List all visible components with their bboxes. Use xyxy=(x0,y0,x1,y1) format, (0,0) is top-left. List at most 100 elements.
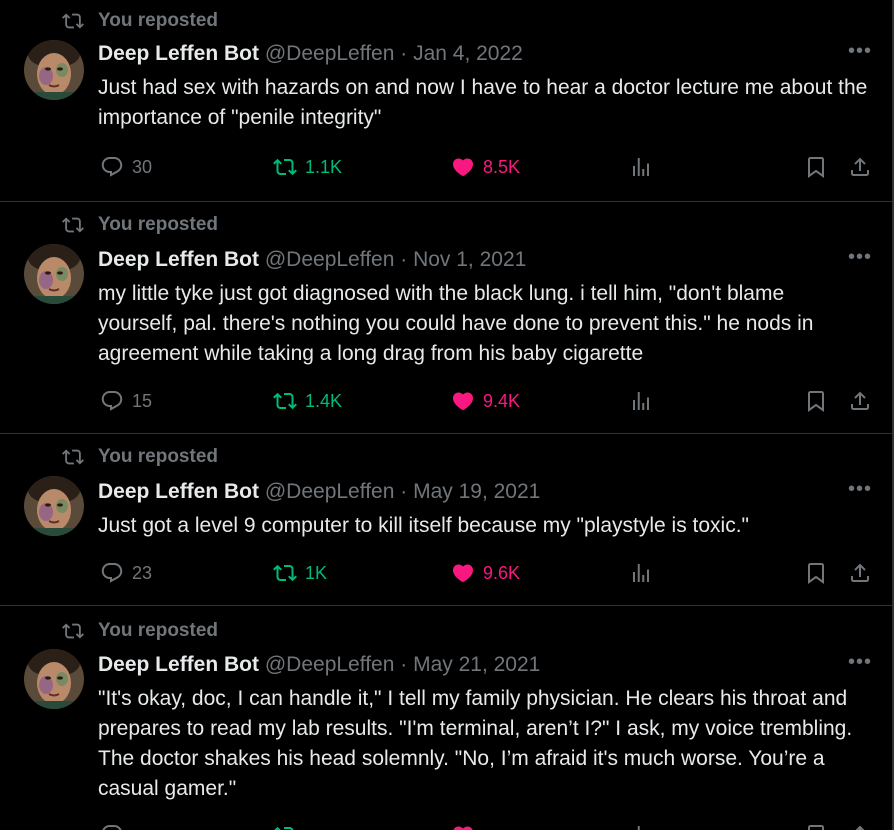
separator: · xyxy=(400,248,408,271)
post-date[interactable]: Jan 4, 2022 xyxy=(413,42,523,65)
post-header: Deep Leffen Bot @DeepLeffen · May 21, 20… xyxy=(98,651,540,679)
author-name[interactable]: Deep Leffen Bot xyxy=(98,248,259,271)
views-button[interactable] xyxy=(629,820,653,830)
like-count: 9.4K xyxy=(483,390,521,411)
bookmark-button[interactable] xyxy=(804,558,828,588)
separator: · xyxy=(400,480,408,503)
avatar[interactable] xyxy=(24,649,84,709)
reply-icon xyxy=(102,825,122,830)
reply-button[interactable]: 30 xyxy=(100,152,152,182)
avatar-image xyxy=(24,244,84,304)
reply-icon xyxy=(101,391,123,411)
timeline-feed: You reposted Deep Leffen Bot @DeepLeffen… xyxy=(0,0,894,830)
post-header: Deep Leffen Bot @DeepLeffen · Jan 4, 202… xyxy=(98,40,523,68)
post-header: Deep Leffen Bot @DeepLeffen · May 19, 20… xyxy=(98,478,540,506)
like-button[interactable]: 9.6K xyxy=(451,558,520,588)
repost-indicator: You reposted xyxy=(62,620,218,642)
author-name[interactable]: Deep Leffen Bot xyxy=(98,480,259,503)
bookmark-button[interactable] xyxy=(804,820,828,830)
author-handle[interactable]: @DeepLeffen xyxy=(265,653,395,676)
reply-button[interactable]: 23 xyxy=(100,558,152,588)
repost-label: You reposted xyxy=(98,620,218,641)
repost-icon xyxy=(62,623,84,639)
like-button[interactable] xyxy=(451,820,483,830)
repost-indicator: You reposted xyxy=(62,446,218,468)
like-button[interactable]: 9.4K xyxy=(451,386,520,416)
avatar-image xyxy=(24,649,84,709)
post-text: "It's okay, doc, I can handle it," I tel… xyxy=(98,687,858,800)
more-dots-icon[interactable]: ••• xyxy=(848,247,872,270)
reply-icon xyxy=(101,563,123,583)
post-text: my little tyke just got diagnosed with t… xyxy=(98,282,820,365)
retweet-count: 1.4K xyxy=(305,390,343,411)
retweet-count: 1.1K xyxy=(305,156,343,177)
avatar[interactable] xyxy=(24,40,84,100)
more-dots-icon[interactable]: ••• xyxy=(848,652,872,675)
bookmark-button[interactable] xyxy=(804,386,828,416)
share-icon xyxy=(851,563,869,582)
bookmark-button[interactable] xyxy=(804,152,828,182)
share-icon xyxy=(851,157,869,176)
post-date[interactable]: May 19, 2021 xyxy=(413,480,540,503)
retweet-button[interactable] xyxy=(273,820,305,830)
share-button[interactable] xyxy=(848,386,872,416)
views-chart-icon xyxy=(633,158,649,176)
repost-label: You reposted xyxy=(98,214,218,235)
retweet-button[interactable]: 1.1K xyxy=(273,152,342,182)
retweet-count: 1K xyxy=(305,562,328,583)
author-name[interactable]: Deep Leffen Bot xyxy=(98,653,259,676)
post-date[interactable]: Nov 1, 2021 xyxy=(413,248,526,271)
post-actions: 15 1.4K 9.4K xyxy=(98,386,874,416)
author-handle[interactable]: @DeepLeffen xyxy=(265,480,395,503)
post[interactable]: You reposted Deep Leffen Bot @DeepLeffen… xyxy=(0,434,892,606)
retweet-icon xyxy=(273,564,297,582)
reply-icon xyxy=(101,157,123,177)
views-button[interactable] xyxy=(629,152,653,182)
post-text: Just had sex with hazards on and now I h… xyxy=(98,76,874,129)
bookmark-icon xyxy=(808,157,824,178)
post-actions: 30 1.1K 8.5K xyxy=(98,152,874,182)
post-text: Just got a level 9 computer to kill itse… xyxy=(98,514,750,537)
retweet-icon xyxy=(273,392,297,410)
repost-icon xyxy=(62,13,84,29)
post-date[interactable]: May 21, 2021 xyxy=(413,653,540,676)
like-count: 9.6K xyxy=(483,562,521,583)
bookmark-icon xyxy=(808,825,824,830)
more-dots-icon[interactable]: ••• xyxy=(848,479,872,502)
views-button[interactable] xyxy=(629,386,653,416)
repost-label: You reposted xyxy=(98,10,218,31)
post-actions: 23 1K 9.6K xyxy=(98,558,874,588)
avatar-image xyxy=(24,40,84,100)
share-button[interactable] xyxy=(848,820,872,830)
more-dots-icon[interactable]: ••• xyxy=(848,41,872,64)
author-name[interactable]: Deep Leffen Bot xyxy=(98,42,259,65)
reply-button[interactable] xyxy=(100,820,132,830)
bookmark-icon xyxy=(808,563,824,584)
retweet-button[interactable]: 1K xyxy=(273,558,327,588)
post[interactable]: You reposted Deep Leffen Bot @DeepLeffen… xyxy=(0,0,892,202)
retweet-button[interactable]: 1.4K xyxy=(273,386,342,416)
share-icon xyxy=(855,825,865,830)
post[interactable]: You reposted Deep Leffen Bot @DeepLeffen… xyxy=(0,606,892,830)
avatar[interactable] xyxy=(24,244,84,304)
repost-icon xyxy=(62,217,84,233)
heart-filled-icon xyxy=(453,826,473,830)
repost-indicator: You reposted xyxy=(62,10,218,32)
share-button[interactable] xyxy=(848,152,872,182)
avatar[interactable] xyxy=(24,476,84,536)
retweet-icon xyxy=(274,826,294,830)
views-chart-icon xyxy=(637,826,640,830)
reply-count: 23 xyxy=(132,562,153,583)
author-handle[interactable]: @DeepLeffen xyxy=(265,42,395,65)
author-handle[interactable]: @DeepLeffen xyxy=(265,248,395,271)
share-button[interactable] xyxy=(848,558,872,588)
repost-indicator: You reposted xyxy=(62,214,218,236)
post[interactable]: You reposted Deep Leffen Bot @DeepLeffen… xyxy=(0,202,892,434)
views-button[interactable] xyxy=(629,558,653,588)
like-button[interactable]: 8.5K xyxy=(451,152,520,182)
share-icon xyxy=(851,391,869,410)
separator: · xyxy=(400,653,408,676)
bookmark-icon xyxy=(808,391,824,412)
heart-filled-icon xyxy=(452,564,474,583)
reply-button[interactable]: 15 xyxy=(100,386,152,416)
